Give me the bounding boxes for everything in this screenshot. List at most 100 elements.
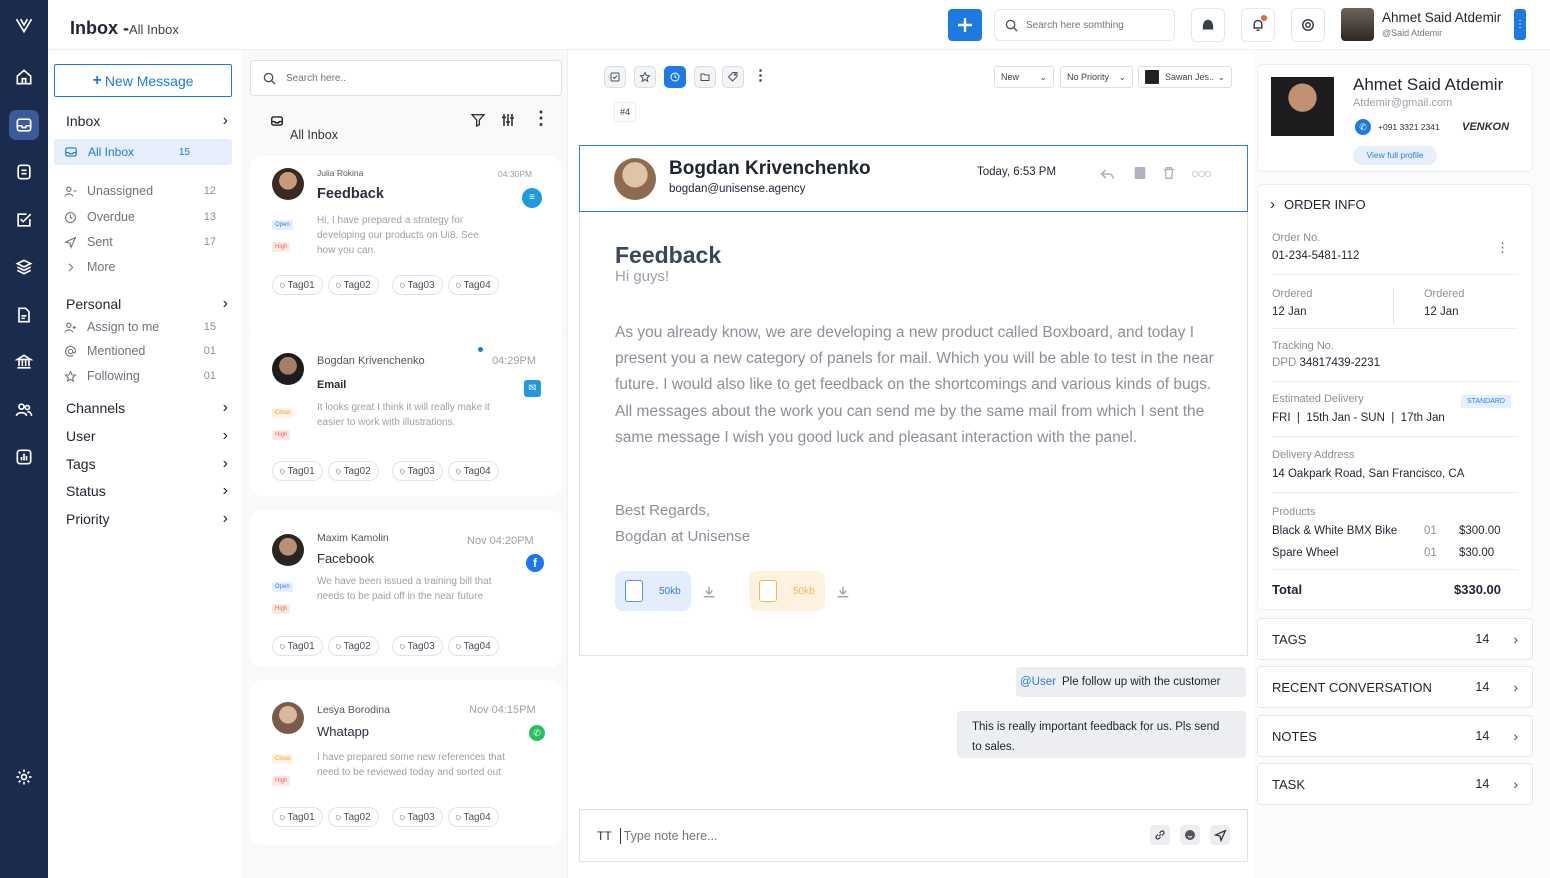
sidebar-item-all-inbox[interactable]: All Inbox 15	[54, 139, 232, 165]
list-item[interactable]: Maxim Kamolin Nov 04:20PM Facebook f Ope…	[250, 510, 562, 667]
sidebar-item-assign-to-me[interactable]: Assign to me 15	[64, 320, 216, 334]
note-input[interactable]	[623, 828, 1104, 843]
tag-icon	[727, 72, 738, 82]
list-item[interactable]: Lesya Borodina Nov 04:15PM Whatapp ✆ Clo…	[250, 680, 562, 845]
list-search[interactable]	[250, 60, 562, 96]
trash-icon[interactable]	[1162, 164, 1176, 182]
add-button[interactable]	[948, 9, 982, 41]
attachment-chip[interactable]: 50kb	[615, 571, 691, 611]
tag-chip[interactable]: Tag02	[328, 275, 379, 295]
snooze-button[interactable]	[664, 66, 686, 88]
layers-icon[interactable]	[9, 252, 39, 282]
attach-link-button[interactable]	[1150, 825, 1170, 845]
order-info-toggle[interactable]: › ORDER INFO	[1270, 196, 1366, 213]
archive-button[interactable]	[694, 66, 716, 88]
sidebar-item-mentioned[interactable]: Mentioned 01	[64, 344, 216, 358]
note-mention[interactable]: @User	[1020, 676, 1056, 688]
tag-chip[interactable]: Tag01	[272, 275, 323, 295]
more-dots-icon[interactable]: ○○○	[1191, 165, 1212, 181]
checklist-icon[interactable]	[9, 205, 39, 235]
sidebar-item-unassigned[interactable]: Unassigned 12	[64, 184, 216, 198]
sidebar-group-status[interactable]: Status ›	[66, 482, 228, 500]
section-notes[interactable]: NOTES 14 ›	[1257, 715, 1533, 757]
section-tags[interactable]: TAGS 14 ›	[1257, 618, 1533, 660]
sidebar-item-overdue[interactable]: Overdue 13	[64, 210, 216, 224]
list-item[interactable]: Bogdan Krivenchenko 04:29PM Email ✉ Clos…	[250, 328, 562, 496]
sidebar-group-user[interactable]: User ›	[66, 427, 228, 445]
format-button[interactable]: TT	[597, 829, 612, 843]
tag-chip[interactable]: Tag04	[448, 275, 499, 295]
priority-select[interactable]: No Priority ⌄	[1060, 66, 1133, 88]
send-button[interactable]	[1210, 825, 1230, 845]
sidebar-item-sent[interactable]: Sent 17	[64, 235, 216, 249]
status-select[interactable]: New ⌄	[994, 66, 1054, 88]
tag-chip[interactable]: Tag02	[328, 636, 379, 656]
tag-chip[interactable]: Tag02	[328, 461, 379, 481]
sidebar-item-count: 01	[203, 345, 216, 357]
new-message-button[interactable]: + New Message	[54, 64, 232, 97]
tag-chip[interactable]: Tag01	[272, 807, 323, 827]
download-icon[interactable]	[835, 584, 851, 600]
tag-chip[interactable]: Tag01	[272, 461, 323, 481]
priority-badge: High	[272, 604, 291, 614]
archive-icon[interactable]	[1132, 164, 1148, 182]
view-profile-button[interactable]: View full profile	[1353, 146, 1437, 165]
file-icon[interactable]	[9, 300, 39, 330]
list-search-input[interactable]	[286, 72, 536, 84]
tag-chip[interactable]: Tag03	[392, 275, 443, 295]
section-recent-conversation[interactable]: RECENT CONVERSATION 14 ›	[1257, 666, 1533, 708]
checkbox-button[interactable]	[604, 66, 626, 88]
more-options-icon[interactable]: ⋮	[532, 108, 550, 129]
home-icon[interactable]	[9, 62, 39, 92]
sidebar-item-following[interactable]: Following 01	[64, 369, 216, 383]
message-time: Nov 04:15PM	[469, 704, 536, 716]
bank-icon[interactable]	[9, 347, 39, 377]
group-label: Status	[66, 483, 106, 499]
delivery-label: Estimated Delivery	[1272, 393, 1364, 405]
reply-icon[interactable]	[1098, 166, 1116, 182]
sliders-icon[interactable]	[499, 112, 517, 128]
sidebar-group-tags[interactable]: Tags ›	[66, 455, 228, 473]
sidebar-group-priority[interactable]: Priority ›	[66, 510, 228, 528]
more-options-icon[interactable]: ⋮	[753, 66, 768, 84]
sidebar-item-more[interactable]: More	[64, 260, 216, 274]
attachment-chip[interactable]: 50kb	[749, 571, 825, 611]
assignee-select[interactable]: Sawan Jes.. ⌄	[1138, 66, 1232, 88]
section-task[interactable]: TASK 14 ›	[1257, 763, 1533, 805]
emoji-button[interactable]	[1180, 825, 1200, 845]
tasks-button[interactable]	[1191, 8, 1225, 42]
tag-chip[interactable]: Tag01	[272, 636, 323, 656]
mail-icon[interactable]	[9, 110, 39, 140]
download-icon[interactable]	[701, 584, 717, 600]
tag-chip[interactable]: Tag04	[448, 636, 499, 656]
tag-chip[interactable]: Tag03	[392, 636, 443, 656]
notifications-button[interactable]	[1241, 8, 1275, 42]
document-icon[interactable]	[9, 157, 39, 187]
profile-card: Ahmet Said Atdemir Atdemir@gmail.com ✆ +…	[1257, 64, 1533, 172]
analytics-icon[interactable]	[9, 442, 39, 472]
status-badge: Close	[272, 754, 294, 764]
global-search-input[interactable]	[1026, 19, 1166, 31]
tag-chip[interactable]: Tag03	[392, 807, 443, 827]
settings-button[interactable]	[1291, 8, 1325, 42]
tag-chip[interactable]: Tag03	[392, 461, 443, 481]
users-icon[interactable]	[9, 395, 39, 425]
tag-chip[interactable]: Tag04	[448, 461, 499, 481]
message-snippet: We have been issued a training bill that…	[317, 576, 492, 602]
more-options-icon[interactable]: ⋮	[1496, 240, 1509, 256]
settings-icon[interactable]	[9, 762, 39, 792]
tag-button[interactable]	[722, 66, 744, 88]
tag-chip[interactable]: Tag04	[448, 807, 499, 827]
inbox-group[interactable]: Inbox ›	[66, 112, 228, 130]
list-item[interactable]: Julia Rokina 04:30PM Feedback ≡ Open Hig…	[250, 156, 562, 343]
gear-icon	[1302, 19, 1314, 31]
user-menu-button[interactable]: ⋮	[1514, 9, 1526, 40]
tag-chip[interactable]: Tag02	[328, 807, 379, 827]
global-search[interactable]	[994, 9, 1175, 41]
sidebar-group-channels[interactable]: Channels ›	[66, 399, 228, 417]
avatar[interactable]	[1341, 8, 1374, 41]
star-button[interactable]	[634, 66, 656, 88]
personal-group[interactable]: Personal ›	[66, 295, 228, 313]
filter-icon[interactable]	[470, 112, 486, 128]
chevron-right-icon	[68, 262, 74, 272]
